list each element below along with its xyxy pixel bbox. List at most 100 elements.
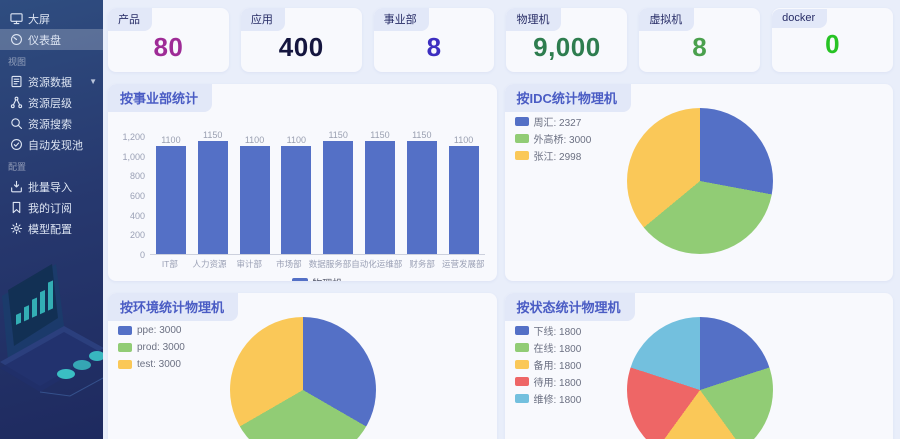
chart-title: 按状态统计物理机 (505, 293, 635, 321)
legend-swatch (515, 394, 529, 403)
bar-column[interactable]: 1150 (401, 130, 443, 254)
sidebar-item-label: 资源搜索 (28, 116, 72, 132)
bar[interactable] (198, 141, 228, 254)
chart-title: 按IDC统计物理机 (505, 84, 631, 112)
stat-value: 9,000 (506, 32, 627, 63)
status-pie[interactable] (627, 317, 773, 439)
sidebar-item-model[interactable]: 模型配置 (0, 218, 103, 239)
bar-column[interactable]: 1100 (234, 135, 276, 254)
pie-legend-item[interactable]: prod: 3000 (118, 339, 185, 356)
x-axis-label: 数据服务部 (309, 258, 352, 270)
stat-card: docker0 (772, 8, 893, 72)
pie-legend-item[interactable]: 外高桥: 3000 (515, 130, 592, 147)
legend-swatch (515, 151, 529, 160)
legend-swatch (515, 117, 529, 126)
bar-legend[interactable]: 物理机 (150, 275, 485, 281)
data-icon (10, 75, 23, 88)
idc-pie-legend: 周汇: 2327外高桥: 3000张江: 2998 (515, 113, 592, 164)
bar-value-label: 1150 (203, 130, 222, 140)
x-axis-label: 财务部 (402, 258, 442, 270)
stat-label: 物理机 (506, 8, 561, 31)
dashboard-icon (10, 33, 23, 46)
pie-legend-item[interactable]: 待用: 1800 (515, 373, 582, 390)
bar-column[interactable]: 1150 (359, 130, 401, 254)
bar[interactable] (323, 141, 353, 254)
sidebar-menu: 大屏仪表盘视图资源数据▼资源层级资源搜索自动发现池配置批量导入我的订阅模型配置 (0, 0, 103, 239)
stat-card: 虚拟机8 (639, 8, 760, 72)
stat-row: 产品80应用400事业部8物理机9,000虚拟机8docker0 (108, 8, 893, 72)
bar-column[interactable]: 1150 (317, 130, 359, 254)
sidebar-item-layers[interactable]: 资源层级 (0, 92, 103, 113)
legend-label: test: 3000 (137, 359, 181, 370)
bar-column[interactable]: 1100 (443, 135, 485, 254)
x-axis-label: IT部 (150, 258, 190, 270)
legend-swatch (515, 377, 529, 386)
pie-legend-item[interactable]: 张江: 2998 (515, 147, 592, 164)
sidebar-section-label: 视图 (0, 50, 103, 71)
bar[interactable] (365, 141, 395, 254)
bar[interactable] (156, 146, 186, 254)
legend-label: 备用: 1800 (534, 357, 582, 372)
bar-value-label: 1150 (328, 130, 347, 140)
stat-value: 0 (772, 29, 893, 60)
idc-pie[interactable] (627, 108, 773, 254)
bar-column[interactable]: 1100 (150, 135, 192, 254)
pie-legend-item[interactable]: 周汇: 2327 (515, 113, 592, 130)
layers-icon (10, 96, 23, 109)
sidebar-item-data[interactable]: 资源数据▼ (0, 71, 103, 92)
sidebar-item-label: 批量导入 (28, 179, 72, 195)
chart-title: 按事业部统计 (108, 84, 212, 112)
x-axis-label: 人力资源 (190, 258, 230, 270)
stat-card: 产品80 (108, 8, 229, 72)
discovery-icon (10, 138, 23, 151)
bar-value-label: 1100 (287, 135, 306, 145)
dept-bar-chart: 1,2001,0008006004002000 1100115011001100… (108, 112, 497, 281)
sidebar-item-label: 模型配置 (28, 221, 72, 237)
bar[interactable] (281, 146, 311, 254)
stat-value: 8 (374, 32, 495, 63)
sidebar-item-label: 仪表盘 (28, 32, 61, 48)
model-icon (10, 222, 23, 235)
legend-swatch (515, 360, 529, 369)
stat-value: 400 (241, 32, 362, 63)
chevron-down-icon[interactable]: ▼ (89, 77, 97, 86)
bar[interactable] (407, 141, 437, 254)
env-pie-card: 按环境统计物理机 ppe: 3000prod: 3000test: 3000 (108, 293, 497, 439)
stat-value: 8 (639, 32, 760, 63)
legend-label: 在线: 1800 (534, 340, 582, 355)
stat-label: 事业部 (374, 8, 429, 31)
sidebar-item-label: 我的订阅 (28, 200, 72, 216)
status-pie-legend: 下线: 1800在线: 1800 备用: 1800待用: 1800维修: 1800 (515, 322, 582, 407)
env-pie[interactable] (230, 317, 376, 439)
sidebar-item-discovery[interactable]: 自动发现池 (0, 134, 103, 155)
sidebar-item-screen[interactable]: 大屏 (0, 8, 103, 29)
legend-label: prod: 3000 (137, 342, 185, 353)
y-axis: 1,2001,0008006004002000 (116, 137, 150, 255)
bar-column[interactable]: 1100 (275, 135, 317, 254)
legend-swatch (118, 326, 132, 335)
legend-swatch (515, 343, 529, 352)
pie-legend-item[interactable]: 维修: 1800 (515, 390, 582, 407)
sidebar-item-search[interactable]: 资源搜索 (0, 113, 103, 134)
sidebar: 大屏仪表盘视图资源数据▼资源层级资源搜索自动发现池配置批量导入我的订阅模型配置 (0, 0, 103, 439)
dept-bar-card: 按事业部统计 1,2001,0008006004002000 110011501… (108, 84, 497, 281)
pie-legend-item[interactable]: 下线: 1800 (515, 322, 582, 339)
sidebar-item-import[interactable]: 批量导入 (0, 176, 103, 197)
stat-label: 应用 (241, 8, 285, 31)
stat-card: 应用400 (241, 8, 362, 72)
pie-legend-item[interactable]: 备用: 1800 (515, 356, 582, 373)
bar-column[interactable]: 1150 (192, 130, 234, 254)
legend-label: 张江: 2998 (534, 148, 582, 163)
bar-value-label: 1100 (161, 135, 180, 145)
bar[interactable] (240, 146, 270, 254)
charts-grid: 按事业部统计 1,2001,0008006004002000 110011501… (108, 84, 893, 439)
legend-swatch (515, 134, 529, 143)
sidebar-item-subscribe[interactable]: 我的订阅 (0, 197, 103, 218)
sidebar-section-label: 配置 (0, 155, 103, 176)
sidebar-item-dashboard[interactable]: 仪表盘 (0, 29, 103, 50)
bar[interactable] (449, 146, 479, 254)
pie-legend-item[interactable]: 在线: 1800 (515, 339, 582, 356)
legend-label: 物理机 (312, 275, 342, 281)
pie-legend-item[interactable]: test: 3000 (118, 356, 185, 373)
pie-legend-item[interactable]: ppe: 3000 (118, 322, 185, 339)
